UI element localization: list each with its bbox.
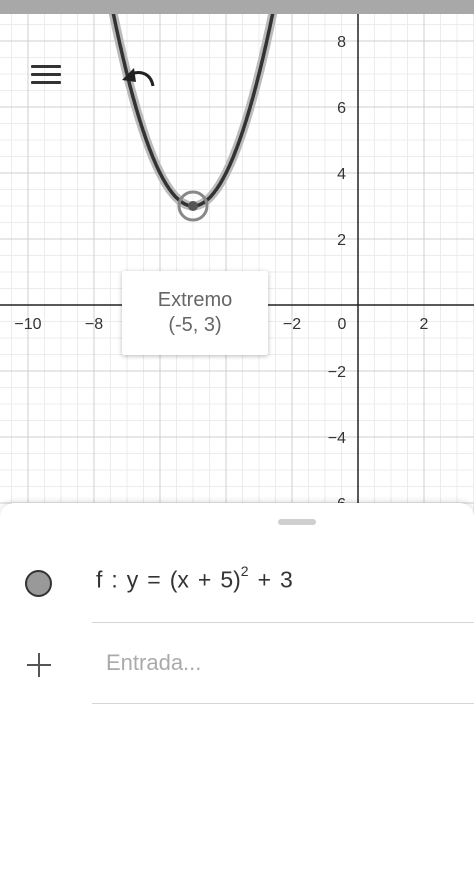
divider [92,622,474,623]
y-tick-label: 8 [337,34,346,51]
function-formula[interactable]: f: y = (x +5)2 +3 [96,563,293,594]
y-tick-label: −4 [328,430,346,447]
tooltip-title: Extremo [157,289,233,311]
visibility-toggle[interactable] [25,570,52,597]
formula-plus-2: + [257,566,272,593]
formula-plus: + [197,566,212,593]
x-tick-label: −10 [14,316,41,333]
formula-separator: : [111,566,118,593]
undo-icon[interactable] [117,60,161,94]
formula-five: 5) [220,566,241,593]
graphics-view[interactable]: −10−8−2028642−2−4−6 Extremo (-5, 3) [0,14,474,514]
extremum-point [188,201,198,211]
status-bar [0,0,474,14]
y-tick-label: 6 [337,100,346,117]
drag-handle[interactable] [278,519,316,525]
formula-equals: = [147,566,161,593]
input-bar[interactable]: Entrada... [106,650,466,680]
formula-y: y [126,566,139,593]
divider [92,703,474,704]
formula-constant: 3 [280,566,293,593]
y-tick-label: −2 [328,364,346,381]
y-tick-label: 2 [337,232,346,249]
graph-canvas[interactable]: −10−8−2028642−2−4−6 [0,14,474,514]
x-tick-label: 0 [338,316,347,333]
formula-name: f [96,566,103,593]
algebra-panel: f: y = (x +5)2 +3 Entrada... [0,503,474,877]
extremum-tooltip: Extremo (-5, 3) [122,271,268,355]
menu-button[interactable] [28,61,64,91]
menu-bar [31,81,61,84]
menu-bar [31,65,61,68]
y-tick-label: 4 [337,166,346,183]
formula-exponent: 2 [240,563,249,579]
formula-open: (x [169,566,189,593]
tooltip-coords: (-5, 3) [168,314,222,336]
x-tick-label: −2 [283,316,301,333]
x-tick-label: 2 [420,316,429,333]
add-icon[interactable] [27,653,51,677]
menu-bar [31,73,61,76]
x-tick-label: −8 [85,316,103,333]
